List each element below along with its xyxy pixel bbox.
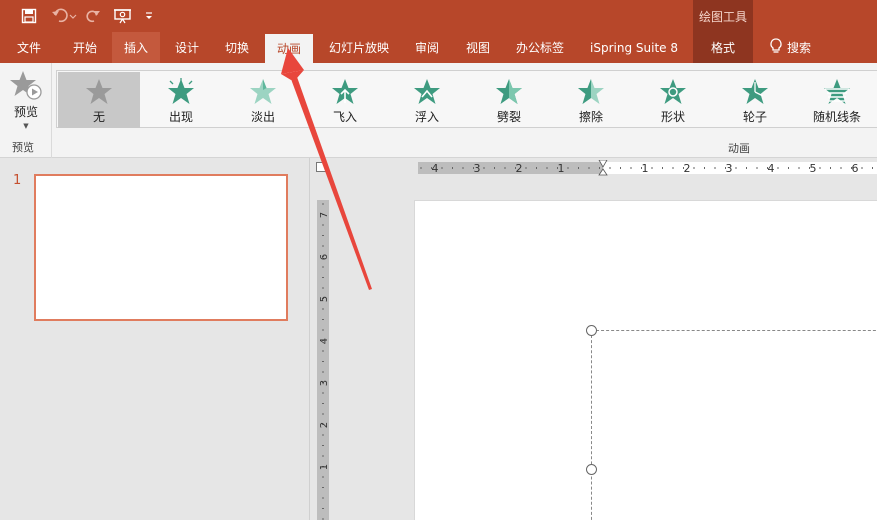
tab-file[interactable]: 文件	[6, 32, 52, 63]
context-tab-group-title: 绘图工具	[693, 0, 753, 32]
animation-label: 轮子	[742, 110, 767, 124]
vertical-ruler[interactable]: 7 6 5 4 3 2 1	[316, 200, 330, 520]
preview-label: 预览	[13, 105, 38, 119]
preview-group: 预览 ▼ 预览	[0, 63, 52, 158]
tab-slideshow[interactable]: 幻灯片放映	[320, 32, 398, 63]
tab-stop-selector[interactable]	[316, 162, 326, 172]
tab-format[interactable]: 格式	[693, 32, 753, 63]
search-label: 搜索	[786, 41, 811, 55]
animation-fly-in[interactable]: 飞入	[304, 72, 386, 128]
animation-label: 浮入	[414, 110, 439, 124]
star-shape-icon	[660, 79, 686, 104]
animation-split[interactable]: 劈裂	[468, 72, 550, 128]
horizontal-ruler[interactable]: 4 3 2 1 1 2 3 4 5 6	[418, 160, 877, 176]
tab-ispring-suite[interactable]: iSpring Suite 8	[580, 32, 688, 63]
tab-design[interactable]: 设计	[164, 32, 210, 63]
star-wheel-icon	[742, 79, 768, 104]
animation-shape[interactable]: 形状	[632, 72, 714, 128]
lightbulb-icon	[769, 38, 783, 57]
animation-label: 出现	[168, 110, 193, 124]
animations-ribbon: 预览 ▼ 预览 无 出现 淡出 飞入 浮入 劈裂 擦除 形状 轮子 随机线条 动…	[0, 63, 877, 158]
ruler-label: 3	[726, 162, 733, 175]
star-split-icon	[496, 79, 522, 104]
slide-thumbnail[interactable]	[34, 174, 288, 321]
ruler-label: 1	[319, 464, 330, 470]
animation-label: 飞入	[332, 110, 357, 124]
preview-group-label: 预览	[12, 141, 34, 154]
ruler-label: 6	[852, 162, 859, 175]
star-gray-icon	[86, 79, 112, 104]
animation-float-in[interactable]: 浮入	[386, 72, 468, 128]
tab-animations[interactable]: 动画	[265, 34, 313, 63]
ruler-label: 3	[474, 162, 481, 175]
ruler-label: 5	[319, 296, 330, 302]
star-fly-in-icon	[332, 79, 358, 104]
animation-appear[interactable]: 出现	[140, 72, 222, 128]
star-wipe-icon	[578, 79, 604, 104]
tab-review[interactable]: 审阅	[405, 32, 449, 63]
resize-handle-middle-left[interactable]	[586, 464, 597, 475]
slide-thumbnail-panel: 1	[0, 158, 310, 520]
star-float-in-icon	[414, 79, 440, 104]
animation-label: 随机线条	[812, 110, 861, 124]
present-from-start-icon[interactable]	[112, 6, 134, 26]
tab-view[interactable]: 视图	[456, 32, 500, 63]
ruler-label: 6	[319, 254, 330, 260]
animation-random-bars[interactable]: 随机线条	[796, 72, 877, 128]
tab-office-tab[interactable]: 办公标签	[507, 32, 573, 63]
tab-home[interactable]: 开始	[60, 32, 110, 63]
preview-button[interactable]: 预览 ▼	[4, 69, 48, 135]
customize-quick-access-icon[interactable]	[142, 6, 156, 26]
title-bar: 绘图工具	[0, 0, 877, 32]
ruler-label: 4	[319, 338, 330, 344]
ribbon-tab-bar: 文件 开始 插入 设计 切换 动画 幻灯片放映 审阅 视图 办公标签 iSpri…	[0, 32, 877, 63]
star-burst-icon	[168, 78, 194, 104]
ruler-label: 2	[319, 422, 330, 428]
ruler-label: 5	[810, 162, 817, 175]
ruler-label: 1	[642, 162, 649, 175]
tab-insert[interactable]: 插入	[112, 32, 160, 63]
star-random-bars-icon	[824, 79, 850, 104]
ruler-label: 7	[319, 212, 330, 218]
animation-gallery: 无 出现 淡出 飞入 浮入 劈裂 擦除 形状 轮子 随机线条	[56, 70, 877, 128]
animation-label: 形状	[660, 110, 685, 124]
preview-dropdown-icon[interactable]: ▼	[23, 122, 28, 130]
tab-transitions[interactable]: 切换	[214, 32, 260, 63]
resize-handle-top-left[interactable]	[586, 325, 597, 336]
search-tell-me[interactable]: 搜索	[760, 32, 820, 63]
undo-icon[interactable]	[50, 6, 78, 26]
animation-fade[interactable]: 淡出	[222, 72, 304, 128]
animation-label: 淡出	[250, 110, 275, 124]
ruler-label: 3	[319, 380, 330, 386]
star-fade-icon	[250, 79, 276, 104]
ruler-label: 2	[684, 162, 691, 175]
slide-number: 1	[13, 173, 22, 188]
ruler-label: 4	[768, 162, 775, 175]
redo-icon[interactable]	[84, 6, 102, 26]
animation-label: 劈裂	[496, 110, 521, 124]
animation-wheel[interactable]: 轮子	[714, 72, 796, 128]
animation-group-label: 动画	[728, 142, 750, 155]
animation-none[interactable]: 无	[58, 72, 140, 128]
animation-label: 擦除	[578, 110, 603, 124]
preview-star-icon	[10, 71, 42, 100]
save-icon[interactable]	[19, 6, 39, 26]
ruler-label: 1	[558, 162, 565, 175]
animation-wipe[interactable]: 擦除	[550, 72, 632, 128]
text-placeholder-box[interactable]	[591, 330, 877, 520]
ruler-label: 4	[432, 162, 439, 175]
animation-label: 无	[92, 110, 105, 124]
ruler-label: 2	[516, 162, 523, 175]
